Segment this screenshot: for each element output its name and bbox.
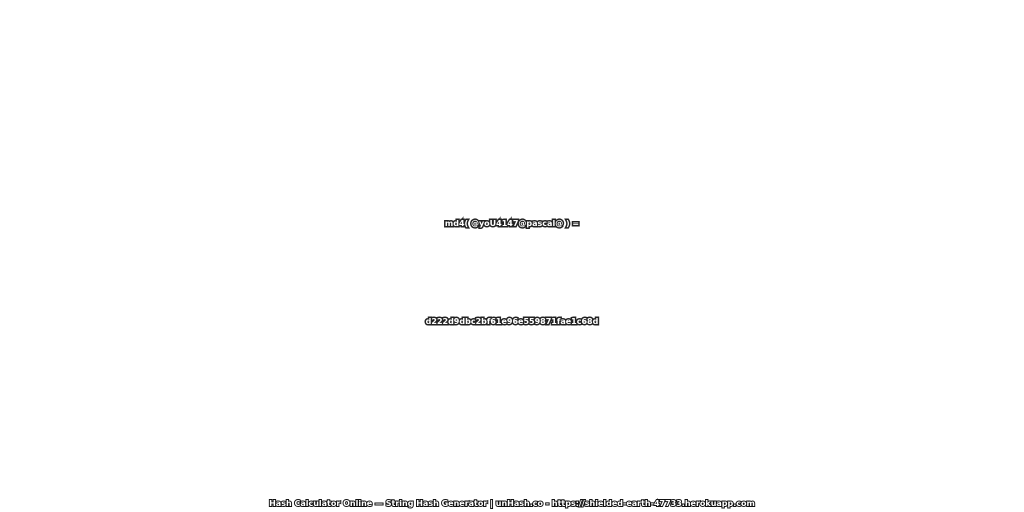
hash-expression: md4( @yoU4147@pascal@ ) = <box>443 218 580 230</box>
hash-digest: d222d9dbc2bf61e96e559871fae1c68d <box>424 316 600 328</box>
hash-image: md4( @yoU4147@pascal@ ) = d222d9dbc2bf61… <box>0 0 1024 512</box>
footer-credit: Hash Calculator Online — String Hash Gen… <box>268 498 756 509</box>
